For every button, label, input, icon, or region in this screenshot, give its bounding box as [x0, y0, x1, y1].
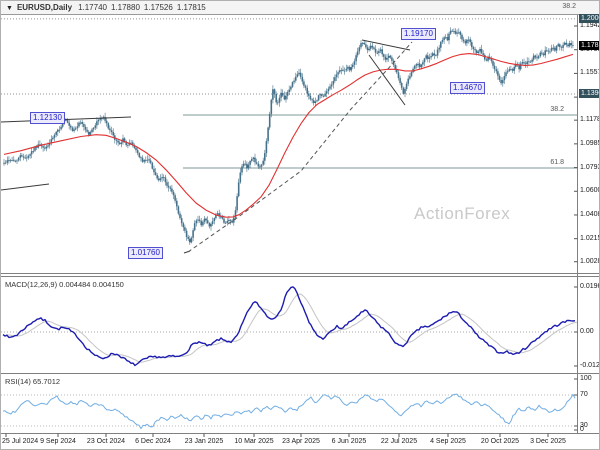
indicator-axis-label: -0.012552 [580, 362, 600, 369]
date-axis-label: 3 Dec 2025 [530, 438, 566, 445]
date-axis-label: 6 Dec 2024 [135, 438, 171, 445]
fib-level-label: 61.8 [550, 159, 564, 166]
ohlc-readout: 1.17740 1.17880 1.17526 1.17815 [78, 3, 210, 12]
watermark: ActionForex [414, 204, 511, 223]
date-axis-label: 23 Oct 2024 [86, 438, 126, 445]
date-axis-label: 22 Jul 2025 [380, 438, 418, 445]
price-axis-tick: 1.19425 [580, 22, 599, 29]
chart-object-label[interactable]: 1.01760 [128, 247, 163, 259]
fibonacci-lines[interactable] [183, 114, 577, 169]
chart-window: ▼ EURUSD,Daily 1.17740 1.17880 1.17526 1.1781… [0, 0, 600, 450]
chart-object-label[interactable]: 1.14670 [450, 82, 485, 94]
indicator-axis-label: 100 [580, 375, 592, 382]
price-axis-tick: 1.06005 [580, 187, 599, 195]
symbol-label: EURUSD,Daily [16, 3, 73, 12]
axis-tick-marks [5, 25, 578, 437]
price-badge-current: 1.17815 [579, 40, 599, 50]
price-badge-level: 1.20000 [579, 13, 599, 23]
price-axis-tick: 1.02155 [580, 234, 599, 242]
price-axis-tick: 1.04080 [580, 210, 599, 218]
date-axis-label: 20 Oct 2025 [480, 438, 520, 445]
fib-level-label: 38.2 [550, 106, 564, 113]
rsi-indicator-label: RSI(14) 65.7012 [5, 377, 61, 386]
moving-average-line [3, 53, 574, 218]
key-level-lines [1, 18, 577, 95]
indicator-axis-label: 0 [580, 426, 584, 433]
indicator-axis-label: 70 [580, 391, 588, 398]
indicator-axis-label: 0.019679 [580, 283, 599, 290]
price-axis-tick: 1.11780 [580, 116, 599, 124]
date-axis-label: 25 Jul 2024 [2, 438, 39, 445]
macd-lines [1, 286, 577, 367]
open-value: 1.17740 [78, 3, 107, 12]
date-axis-label: 10 Mar 2025 [234, 438, 274, 445]
price-axis-tick: 1.15575 [580, 69, 599, 77]
date-axis-label: 6 Jun 2025 [331, 438, 367, 445]
close-value: 1.17815 [176, 3, 206, 12]
fib-level-label: 38.2 [562, 3, 576, 10]
date-axis-label: 4 Sep 2025 [430, 438, 466, 445]
indicator-axis-label: 0.00 [580, 328, 594, 335]
date-axis-label: 23 Apr 2025 [282, 438, 320, 445]
rsi-line [1, 393, 577, 430]
chart-object-label[interactable]: 1.19170 [401, 28, 436, 40]
high-value: 1.17880 [110, 3, 140, 12]
price-axis-tick: 1.09855 [580, 139, 599, 147]
low-value: 1.17526 [143, 3, 173, 12]
collapse-icon[interactable]: ▼ [6, 2, 13, 15]
price-axis-tick: 1.00285 [580, 257, 599, 265]
price-axis-tick: 1.07930 [580, 163, 599, 171]
price-badge-level: 1.13900 [579, 89, 599, 99]
chart-object-label[interactable]: 1.12130 [30, 112, 65, 124]
date-axis-label: 9 Sep 2024 [40, 438, 76, 445]
trendline-objects[interactable] [1, 39, 413, 254]
chart-canvas[interactable] [1, 1, 600, 450]
chart-header: ▼ EURUSD,Daily 1.17740 1.17880 1.17526 1.1781… [1, 1, 599, 15]
date-axis-label: 23 Jan 2025 [184, 438, 224, 445]
macd-indicator-label: MACD(12,26,9) 0.004484 0.004150 [5, 280, 124, 289]
